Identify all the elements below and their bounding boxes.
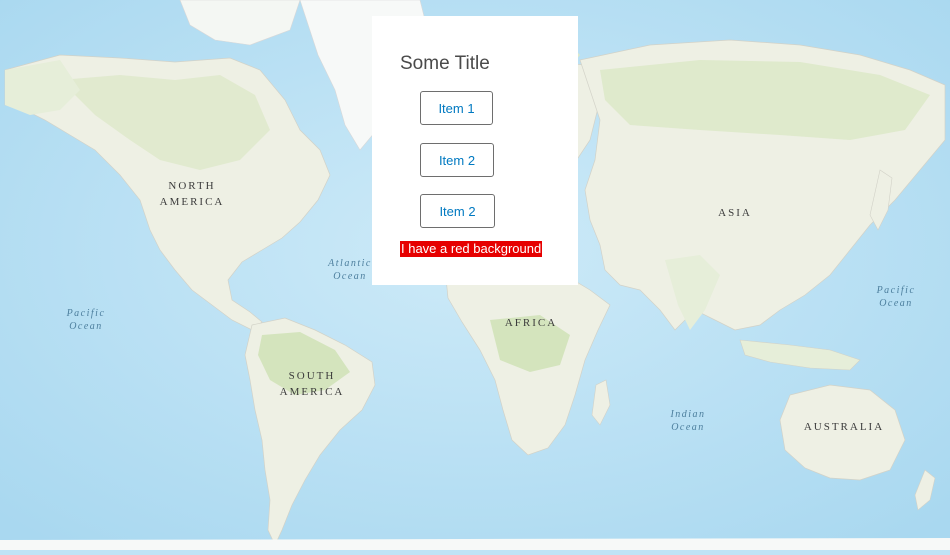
label-line: Ocean — [333, 271, 367, 282]
label-line: Ocean — [69, 321, 103, 332]
label-line: Ocean — [879, 298, 913, 309]
label-line: Pacific — [876, 285, 916, 296]
indian-ocean-label: Indian Ocean — [658, 408, 718, 434]
label-line: Atlantic — [328, 258, 372, 269]
item-1-button[interactable]: Item 1 — [420, 91, 493, 125]
south-america-label: SOUTH AMERICA — [270, 368, 354, 400]
asia-label: ASIA — [710, 205, 760, 221]
label-line: AMERICA — [159, 196, 225, 208]
africa-label: AFRICA — [496, 315, 566, 331]
antarctica — [0, 538, 950, 550]
red-background-text: I have a red background — [400, 241, 543, 257]
atlantic-ocean-label: Atlantic Ocean — [320, 257, 380, 283]
panel-title: Some Title — [400, 53, 490, 74]
pacific-ocean-west-label: Pacific Ocean — [56, 307, 116, 333]
widget-panel: Some Title Item 1 Item 2 Item 2 I have a… — [372, 16, 578, 285]
label-line: Ocean — [671, 422, 705, 433]
label-line: AFRICA — [504, 317, 558, 329]
label-line: AUSTRALIA — [803, 421, 885, 433]
item-2-button[interactable]: Item 2 — [420, 143, 494, 177]
label-line: ASIA — [718, 207, 752, 219]
australia-label: AUSTRALIA — [796, 419, 892, 435]
label-line: Indian — [670, 409, 706, 420]
label-line: Pacific — [66, 308, 106, 319]
label-line: SOUTH — [288, 370, 336, 382]
label-line: NORTH — [168, 180, 216, 192]
item-3-button[interactable]: Item 2 — [420, 194, 495, 228]
pacific-ocean-east-label: Pacific Ocean — [866, 284, 926, 310]
north-america-label: NORTH AMERICA — [150, 178, 234, 210]
label-line: AMERICA — [279, 386, 345, 398]
